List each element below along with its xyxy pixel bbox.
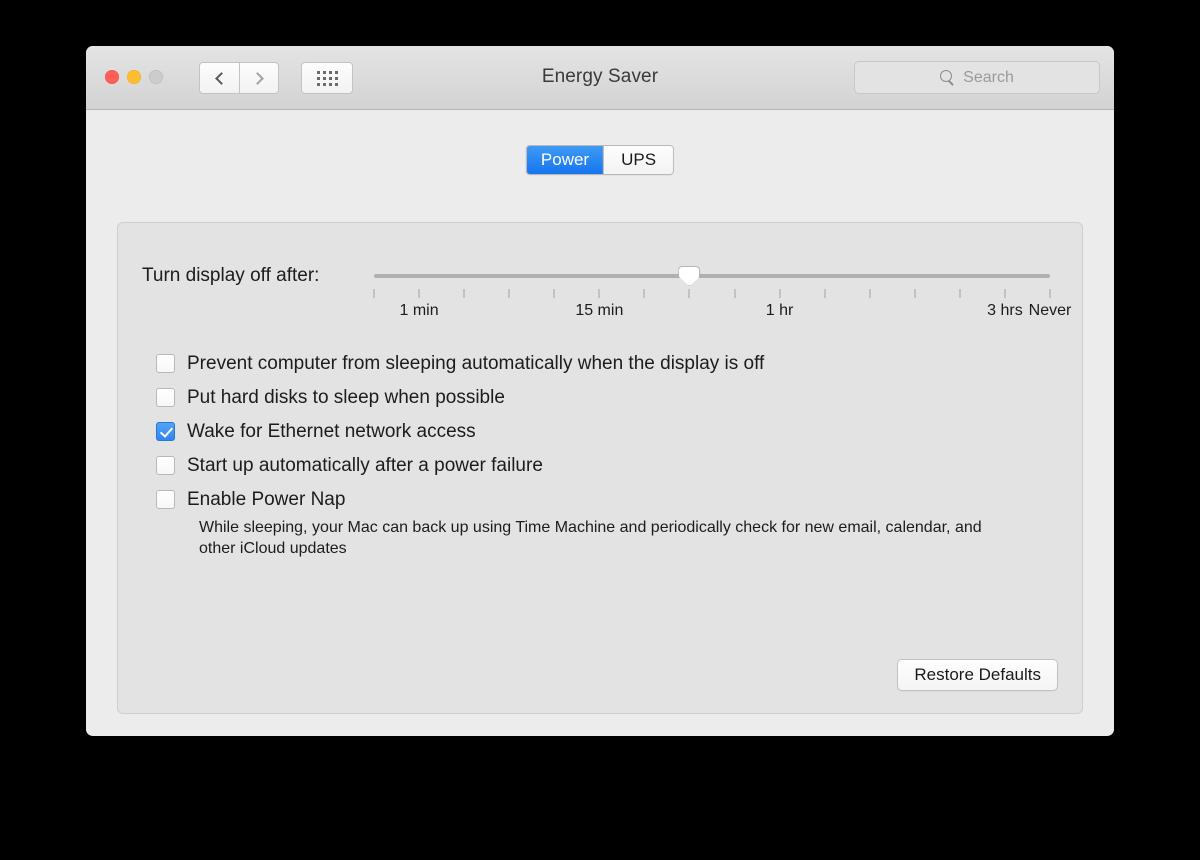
- slider-tick: [463, 289, 465, 298]
- slider-thumb[interactable]: [678, 266, 701, 286]
- slider-tick: [508, 289, 510, 298]
- slider-tick: [553, 289, 555, 298]
- slider-tick: [598, 289, 600, 298]
- power-option-label: Enable Power Nap: [187, 489, 346, 510]
- power-option-row[interactable]: Enable Power Nap: [156, 489, 1058, 510]
- power-option-checkbox[interactable]: [156, 456, 175, 475]
- power-option-label: Start up automatically after a power fai…: [187, 455, 543, 476]
- tab-ups[interactable]: UPS: [603, 146, 674, 174]
- slider-tick-label: Never: [1028, 302, 1072, 319]
- power-option-row[interactable]: Prevent computer from sleeping automatic…: [156, 353, 1058, 374]
- power-option-checkbox[interactable]: [156, 354, 175, 373]
- display-sleep-label: Turn display off after:: [142, 265, 320, 286]
- slider-tick-labels: 1 min 15 min 1 hr 3 hrs Never: [374, 302, 1072, 324]
- power-option-description: While sleeping, your Mac can back up usi…: [199, 519, 982, 557]
- slider-tick: [959, 289, 961, 298]
- power-option-row[interactable]: Start up automatically after a power fai…: [156, 455, 1058, 476]
- power-option-row[interactable]: Wake for Ethernet network access: [156, 421, 1058, 442]
- slider-tick: [643, 289, 645, 298]
- slider-tick-label: 1 min: [399, 302, 439, 319]
- search-input[interactable]: Search: [854, 61, 1100, 94]
- slider-track[interactable]: [374, 274, 1050, 278]
- search-placeholder: Search: [963, 68, 1014, 86]
- preferences-content: Power UPS Turn display off after: 1 min 1…: [86, 110, 1114, 735]
- slider-tick: [779, 289, 781, 298]
- slider-tick-label: 3 hrs: [987, 302, 1023, 319]
- tab-bar: Power UPS: [525, 145, 675, 175]
- restore-defaults-button[interactable]: Restore Defaults: [897, 659, 1058, 691]
- slider-tick: [1004, 289, 1006, 298]
- tab-power[interactable]: Power: [526, 146, 604, 174]
- power-option-label: Wake for Ethernet network access: [187, 421, 476, 442]
- system-preferences-window: Energy Saver Search Power UPS Turn displ…: [86, 46, 1114, 736]
- slider-tick: [418, 289, 420, 298]
- power-settings-panel: Turn display off after: 1 min 15 min 1 hr 3…: [117, 222, 1083, 714]
- window-titlebar: Energy Saver Search: [86, 46, 1114, 110]
- slider-tick-label: 15 min: [575, 302, 624, 319]
- slider-tick: [734, 289, 736, 298]
- slider-tick: [373, 289, 375, 298]
- slider-tick: [914, 289, 916, 298]
- power-option-checkbox[interactable]: [156, 490, 175, 509]
- display-sleep-slider[interactable]: 1 min 15 min 1 hr 3 hrs Never: [373, 265, 1072, 335]
- power-option-row[interactable]: Put hard disks to sleep when possible: [156, 387, 1058, 408]
- slider-tick: [688, 289, 690, 298]
- slider-tick-label: 1 hr: [765, 302, 794, 319]
- slider-tick: [1049, 289, 1051, 298]
- power-option-checkbox[interactable]: [156, 388, 175, 407]
- slider-tick: [869, 289, 871, 298]
- search-icon: [940, 70, 955, 85]
- power-options-list: Prevent computer from sleeping automatic…: [156, 353, 1058, 573]
- power-option-label: Prevent computer from sleeping automatic…: [187, 353, 765, 374]
- slider-tick: [824, 289, 826, 298]
- power-option-checkbox[interactable]: [156, 422, 175, 441]
- slider-ticks: [373, 289, 1051, 299]
- display-sleep-slider-row: Turn display off after: 1 min 15 min 1 hr 3…: [142, 265, 1072, 335]
- power-option-label: Put hard disks to sleep when possible: [187, 387, 505, 408]
